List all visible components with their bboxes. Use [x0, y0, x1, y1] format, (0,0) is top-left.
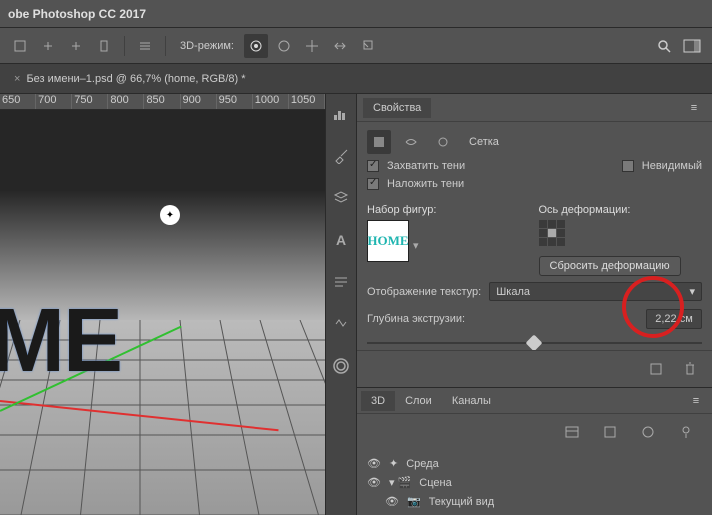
tab-layers[interactable]: Слои — [395, 391, 442, 411]
visibility-icon[interactable]: 👁 — [367, 457, 381, 470]
render-icon[interactable] — [644, 357, 668, 381]
document-tab-label: Без имени–1.psd @ 66,7% (home, RGB/8) * — [26, 73, 245, 85]
trash-icon[interactable] — [678, 357, 702, 381]
tool-icon-2[interactable] — [36, 34, 60, 58]
extrude-depth-label: Глубина экструзии: — [367, 313, 465, 325]
divider — [124, 36, 125, 56]
chevron-down-icon: ▾ — [689, 285, 695, 298]
dock-brush-icon[interactable] — [328, 144, 354, 168]
layer-label: Текущий вид — [429, 496, 494, 508]
cursor-3d-icon: ✦ — [160, 205, 180, 225]
checkbox-cast-shadows[interactable] — [367, 178, 379, 190]
collapsed-panel-dock: A — [325, 94, 357, 515]
document-tab[interactable]: × Без имени–1.psd @ 66,7% (home, RGB/8) * — [4, 69, 256, 89]
layer-label: Среда — [406, 458, 438, 470]
dock-layers-icon[interactable] — [328, 186, 354, 210]
workspace-icon[interactable] — [680, 34, 704, 58]
text3d-object[interactable]: ME — [0, 290, 121, 393]
subtab-grid-label[interactable]: Сетка — [469, 136, 499, 148]
tab-3d[interactable]: 3D — [361, 391, 395, 411]
document-tab-bar: × Без имени–1.psd @ 66,7% (home, RGB/8) * — [0, 64, 712, 94]
shape-set-label: Набор фигур: — [367, 204, 531, 216]
orbit-icon[interactable] — [244, 34, 268, 58]
tool-icon-1[interactable] — [8, 34, 32, 58]
properties-footer — [357, 350, 712, 387]
reset-deform-button[interactable]: Сбросить деформацию — [539, 256, 681, 276]
properties-subtabs: Сетка — [367, 130, 702, 154]
tool-icon-3[interactable] — [64, 34, 88, 58]
layers-list: 👁 ✦ Среда 👁 ▾ 🎬 Сцена 👁 📷 Текущий вид — [357, 450, 712, 515]
dock-adjustment-icon[interactable] — [328, 312, 354, 336]
canvas-area[interactable]: 65070075080085090095010001050 ME ✦ — [0, 94, 325, 515]
cap-tab-icon[interactable] — [431, 130, 455, 154]
slider-thumb[interactable] — [525, 335, 542, 350]
scale-icon[interactable] — [356, 34, 380, 58]
options-bar: 3D-режим: — [0, 28, 712, 64]
dock-cc-icon[interactable] — [328, 354, 354, 378]
annotation-circle — [622, 276, 684, 338]
env-icon: ✦ — [389, 457, 398, 470]
camera-icon: 📷 — [407, 495, 421, 508]
deform-axis-grid[interactable] — [539, 220, 703, 246]
close-icon[interactable]: × — [14, 73, 20, 85]
filter-scene-icon[interactable] — [560, 420, 584, 444]
filter-material-icon[interactable] — [636, 420, 660, 444]
dock-char-icon[interactable]: A — [328, 228, 354, 252]
shape-preset-thumb[interactable]: HOME — [367, 220, 409, 262]
app-title: obe Photoshop CC 2017 — [8, 7, 146, 21]
chevron-down-icon[interactable]: ▾ — [413, 239, 419, 252]
panel-tab-bar: Свойства ≡ — [357, 94, 712, 122]
tool-icon-5[interactable] — [133, 34, 157, 58]
filter-light-icon[interactable] — [674, 420, 698, 444]
layer-row[interactable]: 👁 ▾ 🎬 Сцена — [367, 473, 702, 492]
tool-icon-4[interactable] — [92, 34, 116, 58]
panel-menu-icon[interactable]: ≡ — [682, 96, 706, 120]
texture-map-label: Отображение текстур: — [367, 286, 481, 298]
layer-row[interactable]: 👁 📷 Текущий вид — [367, 492, 702, 511]
visibility-icon[interactable]: 👁 — [385, 495, 399, 508]
scene-icon: ▾ 🎬 — [389, 476, 411, 489]
mode3d-label: 3D-режим: — [180, 40, 234, 52]
layer-label: Сцена — [419, 477, 451, 489]
filter-icons-row — [357, 413, 712, 450]
dock-histogram-icon[interactable] — [328, 102, 354, 126]
title-bar: obe Photoshop CC 2017 — [0, 0, 712, 28]
label-catch-shadows: Захватить тени — [387, 160, 465, 172]
mesh-tab-icon[interactable] — [367, 130, 391, 154]
canvas[interactable]: ME ✦ — [0, 110, 325, 515]
filter-mesh-icon[interactable] — [598, 420, 622, 444]
layer-row[interactable]: 👁 ✦ Среда — [367, 454, 702, 473]
label-cast-shadows: Наложить тени — [387, 178, 464, 190]
deform-tab-icon[interactable] — [399, 130, 423, 154]
label-invisible: Невидимый — [642, 160, 702, 172]
panel-menu-icon[interactable]: ≡ — [684, 389, 708, 413]
visibility-icon[interactable]: 👁 — [367, 476, 381, 489]
divider — [165, 36, 166, 56]
tab-channels[interactable]: Каналы — [442, 391, 501, 411]
layers-panel-tabs: 3D Слои Каналы ≡ — [357, 387, 712, 413]
dock-paragraph-icon[interactable] — [328, 270, 354, 294]
search-icon[interactable] — [652, 34, 676, 58]
pan-icon[interactable] — [300, 34, 324, 58]
horizontal-ruler: 65070075080085090095010001050 — [0, 94, 325, 110]
deform-axis-label: Ось деформации: — [539, 204, 703, 216]
checkbox-catch-shadows[interactable] — [367, 160, 379, 172]
checkbox-invisible[interactable] — [622, 160, 634, 172]
tab-properties[interactable]: Свойства — [363, 98, 431, 118]
slide-icon[interactable] — [328, 34, 352, 58]
rotate-icon[interactable] — [272, 34, 296, 58]
